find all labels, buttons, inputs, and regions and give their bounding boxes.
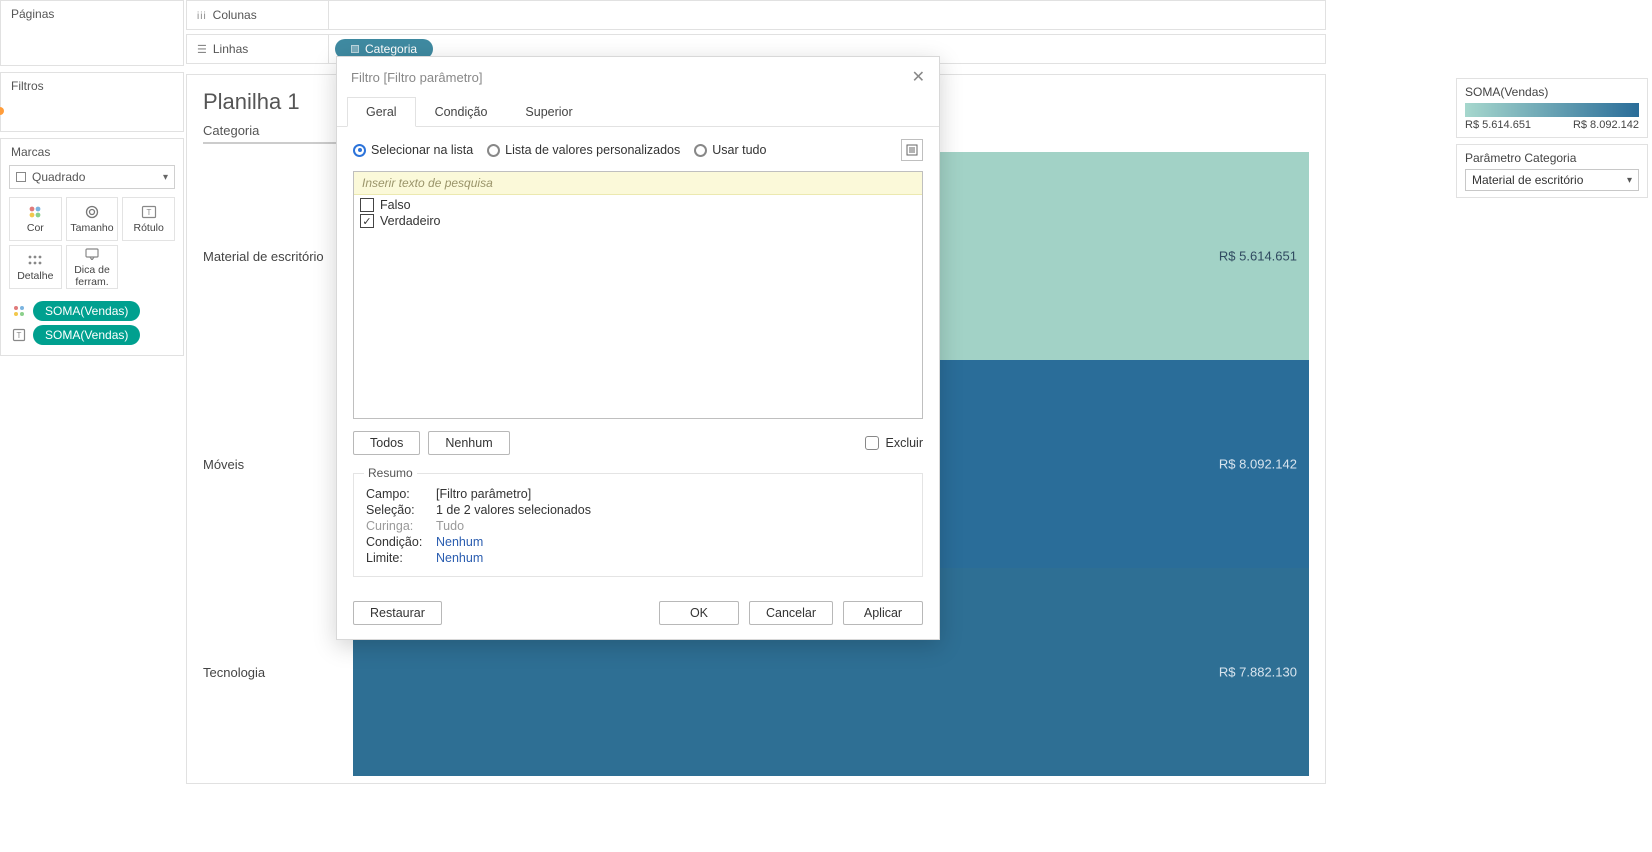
mark-type-label: Quadrado bbox=[32, 170, 85, 184]
marks-pill-row-color[interactable]: SOMA(Vendas) bbox=[1, 299, 183, 323]
reset-button[interactable]: Restaurar bbox=[353, 601, 442, 625]
list-icon bbox=[906, 144, 918, 156]
radio-icon bbox=[487, 144, 500, 157]
search-input[interactable]: Inserir texto de pesquisa bbox=[354, 172, 922, 195]
exclude-checkbox[interactable]: Excluir bbox=[865, 436, 923, 450]
marks-tooltip-button[interactable]: Dica de ferram. bbox=[66, 245, 119, 289]
filter-values-list: Inserir texto de pesquisa Falso ✓ Verdad… bbox=[353, 171, 923, 419]
filters-title: Filtros bbox=[1, 73, 183, 99]
legend-gradient bbox=[1465, 103, 1639, 117]
mark-type-dropdown[interactable]: Quadrado ▾ bbox=[9, 165, 175, 189]
highlight-marker bbox=[0, 107, 4, 115]
filters-shelf[interactable]: Filtros bbox=[0, 72, 184, 132]
ok-button[interactable]: OK bbox=[659, 601, 739, 625]
filter-dialog: Filtro [Filtro parâmetro] ✕ Geral Condiç… bbox=[336, 56, 940, 640]
dialog-title: Filtro [Filtro parâmetro] bbox=[351, 70, 482, 85]
marks-pill-row-label[interactable]: T SOMA(Vendas) bbox=[1, 323, 183, 347]
summary-field-value: [Filtro parâmetro] bbox=[436, 487, 531, 501]
viz-bar-value: R$ 5.614.651 bbox=[1219, 249, 1297, 264]
legend-max: R$ 8.092.142 bbox=[1573, 119, 1639, 131]
viz-bar-value: R$ 7.882.130 bbox=[1219, 665, 1297, 680]
pages-shelf[interactable]: Páginas bbox=[0, 0, 184, 66]
viz-bar-value: R$ 8.092.142 bbox=[1219, 457, 1297, 472]
chevron-down-icon: ▾ bbox=[163, 172, 168, 183]
label-glyph-icon: T bbox=[11, 328, 27, 342]
columns-shelf[interactable]: Colunas bbox=[186, 0, 1326, 30]
marks-tooltip-label: Dica de ferram. bbox=[67, 264, 118, 288]
select-all-button[interactable]: Todos bbox=[353, 431, 420, 455]
marks-detail-button[interactable]: Detalhe bbox=[9, 245, 62, 289]
close-icon[interactable]: ✕ bbox=[912, 67, 925, 87]
parameter-title: Parâmetro Categoria bbox=[1465, 151, 1639, 165]
apply-button[interactable]: Aplicar bbox=[843, 601, 923, 625]
marks-label-button[interactable]: T Rótulo bbox=[122, 197, 175, 241]
dialog-tabs: Geral Condição Superior bbox=[337, 97, 939, 127]
viz-row-label: Móveis bbox=[203, 457, 353, 472]
marks-color-label: Cor bbox=[27, 222, 44, 234]
list-item[interactable]: Falso bbox=[360, 197, 916, 213]
columns-icon bbox=[197, 8, 207, 22]
columns-label: Colunas bbox=[213, 8, 257, 22]
pill-soma-vendas-color[interactable]: SOMA(Vendas) bbox=[33, 301, 140, 321]
summary-limit-link[interactable]: Nenhum bbox=[436, 551, 483, 565]
summary-condition-link[interactable]: Nenhum bbox=[436, 535, 483, 549]
cancel-button[interactable]: Cancelar bbox=[749, 601, 833, 625]
marks-title: Marcas bbox=[1, 139, 183, 165]
label-icon: T bbox=[141, 204, 157, 220]
viz-row-label: Tecnologia bbox=[203, 665, 353, 680]
svg-text:T: T bbox=[146, 208, 151, 217]
marks-size-label: Tamanho bbox=[70, 222, 113, 234]
marks-label-label: Rótulo bbox=[133, 222, 163, 234]
marks-detail-label: Detalhe bbox=[17, 270, 53, 282]
chevron-down-icon: ▾ bbox=[1627, 175, 1632, 186]
radio-select-from-list[interactable]: Selecionar na lista bbox=[353, 143, 473, 157]
color-glyph-icon bbox=[11, 304, 27, 318]
tab-condition[interactable]: Condição bbox=[416, 97, 507, 127]
rows-label: Linhas bbox=[213, 42, 248, 56]
size-icon bbox=[83, 204, 101, 220]
worksheet-axis-label: Categoria bbox=[203, 123, 343, 144]
legend-title: SOMA(Vendas) bbox=[1465, 85, 1639, 99]
select-none-button[interactable]: Nenhum bbox=[428, 431, 509, 455]
pill-soma-vendas-label[interactable]: SOMA(Vendas) bbox=[33, 325, 140, 345]
summary-wildcard-value: Tudo bbox=[436, 519, 464, 533]
dimension-icon bbox=[351, 45, 359, 53]
color-legend[interactable]: SOMA(Vendas) R$ 5.614.651 R$ 8.092.142 bbox=[1456, 78, 1648, 138]
list-item[interactable]: ✓ Verdadeiro bbox=[360, 213, 916, 229]
radio-icon bbox=[694, 144, 707, 157]
summary-fieldset: Resumo Campo:[Filtro parâmetro] Seleção:… bbox=[353, 473, 923, 577]
summary-selection-value: 1 de 2 valores selecionados bbox=[436, 503, 591, 517]
marks-size-button[interactable]: Tamanho bbox=[66, 197, 119, 241]
list-options-button[interactable] bbox=[901, 139, 923, 161]
marks-color-button[interactable]: Cor bbox=[9, 197, 62, 241]
checkbox-icon bbox=[865, 436, 879, 450]
radio-use-all[interactable]: Usar tudo bbox=[694, 143, 766, 157]
square-icon bbox=[16, 172, 26, 182]
legend-min: R$ 5.614.651 bbox=[1465, 119, 1531, 131]
parameter-control: Parâmetro Categoria Material de escritór… bbox=[1456, 144, 1648, 198]
pages-title: Páginas bbox=[1, 1, 183, 27]
marks-card: Marcas Quadrado ▾ Cor Tamanho bbox=[0, 138, 184, 356]
checkbox-icon[interactable] bbox=[360, 198, 374, 212]
viz-row-label: Material de escritório bbox=[203, 249, 353, 264]
svg-text:T: T bbox=[17, 331, 22, 340]
radio-icon bbox=[353, 144, 366, 157]
summary-legend: Resumo bbox=[364, 466, 417, 480]
rows-icon bbox=[197, 42, 207, 56]
tab-general[interactable]: Geral bbox=[347, 97, 416, 127]
parameter-dropdown[interactable]: Material de escritório ▾ bbox=[1465, 169, 1639, 191]
parameter-value: Material de escritório bbox=[1472, 173, 1583, 187]
detail-icon bbox=[27, 252, 43, 268]
tooltip-icon bbox=[85, 246, 99, 262]
radio-custom-list[interactable]: Lista de valores personalizados bbox=[487, 143, 680, 157]
tab-top[interactable]: Superior bbox=[506, 97, 591, 127]
checkbox-icon[interactable]: ✓ bbox=[360, 214, 374, 228]
color-icon bbox=[27, 204, 43, 220]
